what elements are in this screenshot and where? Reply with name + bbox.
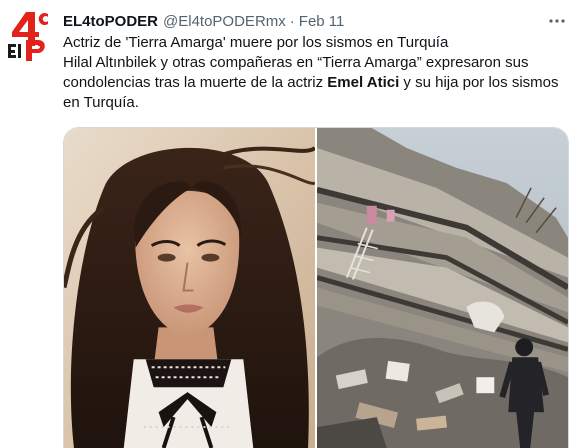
more-horizontal-icon[interactable]	[547, 11, 567, 31]
earthquake-rubble-photo[interactable]	[317, 128, 568, 448]
tweet-text-segment: condolencias tras la muerte de la actriz	[63, 74, 328, 91]
tweet-text-line: condolencias tras la muerte de la actriz…	[63, 73, 571, 93]
el4topoder-logo	[8, 12, 48, 61]
tweet-text-line: en Turquía.	[63, 94, 139, 111]
tweet-text-line: Actriz de 'Tierra Amarga' muere por los …	[63, 34, 449, 51]
tweet-card[interactable]: EL4toPODER @El4toPODERmx · Feb 11 Actriz…	[0, 0, 579, 448]
tweet-header: EL4toPODER @El4toPODERmx · Feb 11	[63, 11, 567, 31]
tweet-text: Actriz de 'Tierra Amarga' muere por los …	[63, 33, 571, 113]
tweet-text-line: Hilal Altınbilek y otras compañeras en “…	[63, 54, 529, 71]
avatar[interactable]	[4, 10, 56, 62]
author-handle[interactable]: @El4toPODERmx	[163, 13, 286, 30]
highlighted-name: Emel Atici	[327, 74, 400, 91]
tweet-media	[63, 127, 569, 448]
tweet-date[interactable]: Feb 11	[299, 13, 345, 30]
tweet-text-segment: y su hija por los sismos	[399, 74, 559, 91]
actress-portrait-photo[interactable]	[64, 128, 315, 448]
author-name[interactable]: EL4toPODER	[63, 13, 158, 30]
separator-dot: ·	[289, 12, 295, 30]
